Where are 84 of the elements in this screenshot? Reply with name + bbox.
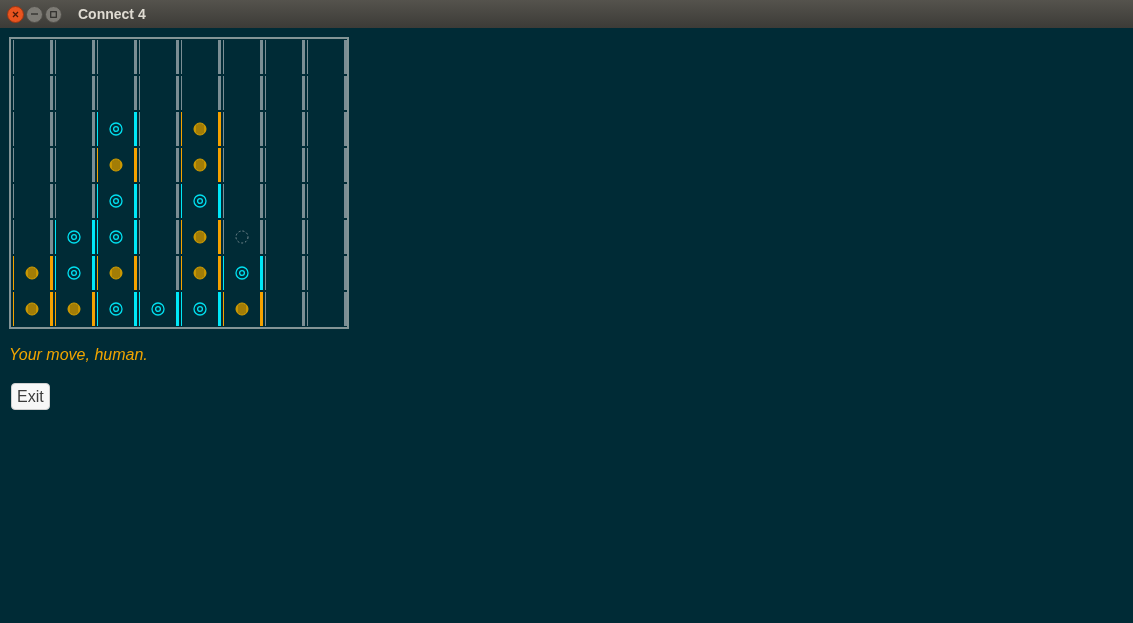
exit-button[interactable]: Exit <box>11 383 50 410</box>
window-title: Connect 4 <box>78 4 146 24</box>
ring-icon <box>109 302 123 316</box>
close-button[interactable] <box>7 5 24 23</box>
board-cell[interactable] <box>307 40 347 74</box>
ring-icon <box>151 302 165 316</box>
board-cell[interactable] <box>307 184 347 218</box>
board-cell[interactable] <box>181 220 221 254</box>
board-cell[interactable] <box>223 40 263 74</box>
board-cell[interactable] <box>223 148 263 182</box>
board-cell[interactable] <box>97 148 137 182</box>
board-cell[interactable] <box>265 256 305 290</box>
board-cell[interactable] <box>307 292 347 326</box>
board-cell[interactable] <box>139 76 179 110</box>
board-cell[interactable] <box>97 184 137 218</box>
board-cell[interactable] <box>97 220 137 254</box>
board-cell[interactable] <box>307 112 347 146</box>
close-icon <box>12 10 19 18</box>
board-cell[interactable] <box>55 148 95 182</box>
board-cell[interactable] <box>55 292 95 326</box>
ring-icon <box>109 122 123 136</box>
board-cell[interactable] <box>13 148 53 182</box>
board-cell[interactable] <box>181 40 221 74</box>
board-cell[interactable] <box>139 148 179 182</box>
board-cell[interactable] <box>13 112 53 146</box>
board-cell[interactable] <box>55 220 95 254</box>
ring-icon <box>67 230 81 244</box>
ring-icon <box>193 194 207 208</box>
ring-icon <box>235 266 249 280</box>
minimize-button[interactable] <box>26 5 43 23</box>
board-cell[interactable] <box>139 292 179 326</box>
board-cell[interactable] <box>55 184 95 218</box>
board-cell[interactable] <box>97 40 137 74</box>
board-cell[interactable] <box>181 112 221 146</box>
board-cell[interactable] <box>223 220 263 254</box>
board-cell[interactable] <box>307 220 347 254</box>
board-cell[interactable] <box>181 184 221 218</box>
board-cell[interactable] <box>265 292 305 326</box>
maximize-icon <box>50 10 57 18</box>
board-cell[interactable] <box>181 148 221 182</box>
board-cell[interactable] <box>55 76 95 110</box>
board-cell[interactable] <box>139 184 179 218</box>
board-cell[interactable] <box>13 40 53 74</box>
board-cell[interactable] <box>13 184 53 218</box>
board-cell[interactable] <box>307 76 347 110</box>
board-cell[interactable] <box>223 292 263 326</box>
board-cell[interactable] <box>223 184 263 218</box>
board-cell[interactable] <box>13 292 53 326</box>
board-cell[interactable] <box>223 256 263 290</box>
ring-icon <box>109 194 123 208</box>
board-cell[interactable] <box>181 256 221 290</box>
ring-icon <box>67 266 81 280</box>
ring-icon <box>109 230 123 244</box>
board-cell[interactable] <box>139 40 179 74</box>
board-cell[interactable] <box>307 148 347 182</box>
board-cell[interactable] <box>181 292 221 326</box>
board-cell[interactable] <box>181 76 221 110</box>
board-cell[interactable] <box>97 112 137 146</box>
board-cell[interactable] <box>265 76 305 110</box>
board-cell[interactable] <box>97 292 137 326</box>
board-cell[interactable] <box>265 148 305 182</box>
board-cell[interactable] <box>13 76 53 110</box>
board-cell[interactable] <box>55 256 95 290</box>
board-cell[interactable] <box>139 256 179 290</box>
board-cell[interactable] <box>265 40 305 74</box>
status-message: Your move, human. <box>9 345 148 365</box>
board-cell[interactable] <box>55 112 95 146</box>
board-cell[interactable] <box>223 112 263 146</box>
board-cell[interactable] <box>139 112 179 146</box>
dashed-circle-icon <box>235 230 249 244</box>
board-cell[interactable] <box>97 76 137 110</box>
board-cell[interactable] <box>139 220 179 254</box>
board-cell[interactable] <box>265 220 305 254</box>
ring-icon <box>193 302 207 316</box>
board-cell[interactable] <box>223 76 263 110</box>
board-cell[interactable] <box>55 40 95 74</box>
board-cell[interactable] <box>265 184 305 218</box>
board-cell[interactable] <box>307 256 347 290</box>
board-cell[interactable] <box>97 256 137 290</box>
maximize-button[interactable] <box>45 5 62 23</box>
board-cell[interactable] <box>13 220 53 254</box>
minimize-icon <box>31 13 38 15</box>
board-cell[interactable] <box>13 256 53 290</box>
board-cell[interactable] <box>265 112 305 146</box>
